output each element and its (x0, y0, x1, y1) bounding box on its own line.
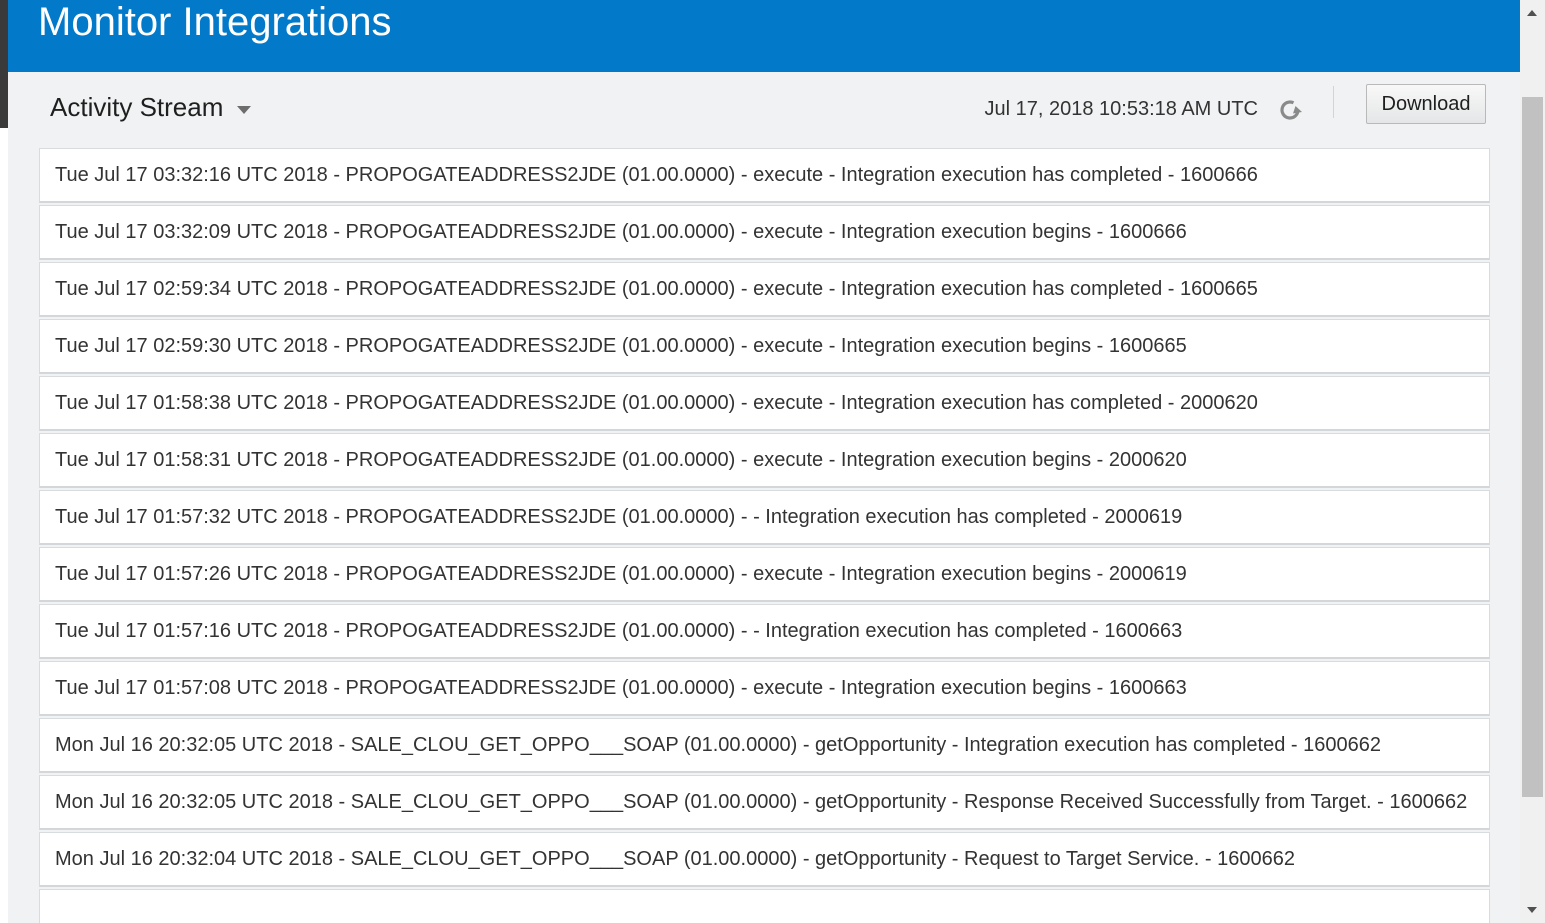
activity-stream-row[interactable]: Tue Jul 17 01:57:16 UTC 2018 - PROPOGATE… (39, 604, 1490, 659)
scroll-down-arrow-icon[interactable] (1527, 907, 1537, 913)
page-header: Monitor Integrations (8, 0, 1520, 72)
vertical-scrollbar[interactable] (1520, 0, 1545, 923)
activity-stream-row[interactable]: Tue Jul 17 03:32:16 UTC 2018 - PROPOGATE… (39, 148, 1490, 203)
activity-stream-row[interactable]: Mon Jul 16 20:32:04 UTC 2018 - SALE_CLOU… (39, 832, 1490, 887)
refresh-icon[interactable] (1276, 96, 1304, 124)
activity-stream-row[interactable]: Tue Jul 17 01:58:38 UTC 2018 - PROPOGATE… (39, 376, 1490, 431)
activity-stream-row[interactable] (39, 889, 1490, 923)
background-window-edge (0, 0, 8, 128)
activity-stream-row[interactable]: Mon Jul 16 20:32:05 UTC 2018 - SALE_CLOU… (39, 775, 1490, 830)
window-left-edge (0, 0, 8, 923)
download-button[interactable]: Download (1366, 84, 1486, 124)
activity-stream-row[interactable]: Tue Jul 17 02:59:34 UTC 2018 - PROPOGATE… (39, 262, 1490, 317)
activity-stream-list: Tue Jul 17 03:32:16 UTC 2018 - PROPOGATE… (39, 148, 1490, 923)
view-selector-dropdown[interactable]: Activity Stream (50, 92, 252, 123)
scrollbar-thumb[interactable] (1522, 97, 1543, 797)
last-refresh-timestamp: Jul 17, 2018 10:53:18 AM UTC (984, 98, 1259, 120)
caret-down-icon[interactable] (237, 105, 252, 114)
monitor-integrations-page: Monitor Integrations Activity Stream Jul… (8, 0, 1520, 923)
page-title: Monitor Integrations (38, 0, 392, 44)
activity-stream-row[interactable]: Tue Jul 17 02:59:30 UTC 2018 - PROPOGATE… (39, 319, 1490, 374)
scroll-up-arrow-icon[interactable] (1527, 10, 1537, 16)
activity-stream-row[interactable]: Mon Jul 16 20:32:05 UTC 2018 - SALE_CLOU… (39, 718, 1490, 773)
activity-stream-row[interactable]: Tue Jul 17 01:57:26 UTC 2018 - PROPOGATE… (39, 547, 1490, 602)
activity-stream-row[interactable]: Tue Jul 17 01:57:08 UTC 2018 - PROPOGATE… (39, 661, 1490, 716)
activity-stream-row[interactable]: Tue Jul 17 03:32:09 UTC 2018 - PROPOGATE… (39, 205, 1490, 260)
toolbar-divider (1333, 86, 1334, 118)
view-selector-label: Activity Stream (50, 92, 224, 122)
activity-stream-row[interactable]: Tue Jul 17 01:57:32 UTC 2018 - PROPOGATE… (39, 490, 1490, 545)
activity-stream-row[interactable]: Tue Jul 17 01:58:31 UTC 2018 - PROPOGATE… (39, 433, 1490, 488)
activity-toolbar: Activity Stream Jul 17, 2018 10:53:18 AM… (8, 72, 1520, 148)
